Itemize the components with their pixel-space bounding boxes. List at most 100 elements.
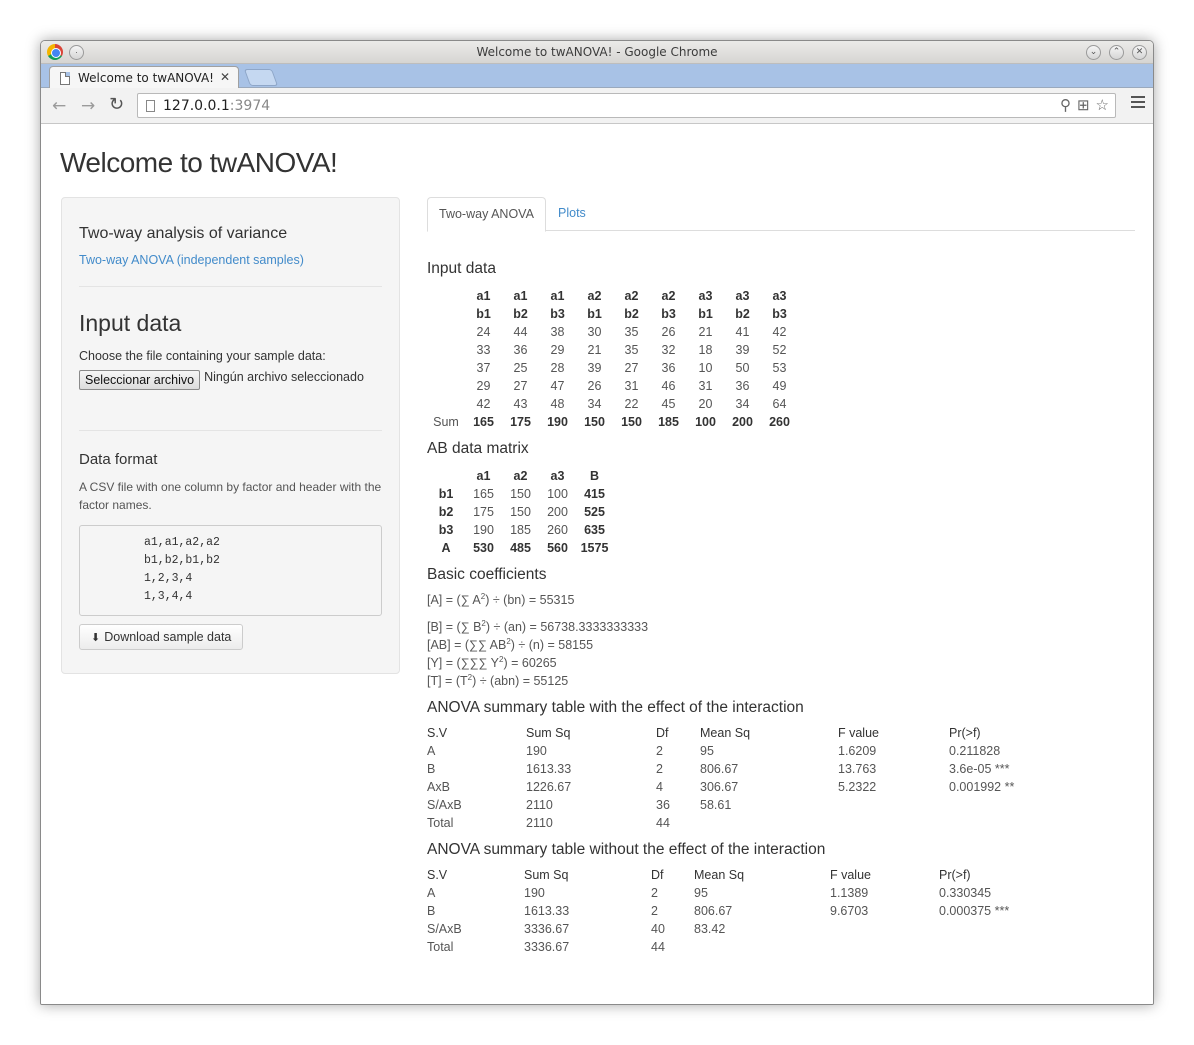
cell: 95 (694, 886, 708, 900)
maximize-button[interactable]: ⌃ (1109, 45, 1124, 60)
cell: B (427, 904, 436, 918)
zoom-icon[interactable]: ⚲ (1060, 96, 1071, 114)
col-header: Sum Sq (524, 868, 569, 882)
cell: 37 (476, 361, 491, 375)
col-header: S.V (427, 868, 448, 882)
tab-two-way-anova[interactable]: Two-way ANOVA (427, 197, 546, 232)
cell: 44 (651, 940, 665, 954)
col-header: S.V (427, 726, 448, 740)
sum-cell: 200 (732, 415, 753, 429)
address-bar[interactable]: 127.0.0.1:3974 ⚲ ⊞ ☆ (137, 93, 1116, 118)
col-header: a3 (772, 289, 787, 303)
col-header: a2 (624, 289, 639, 303)
cell (830, 920, 939, 938)
sum-cell: 100 (695, 415, 716, 429)
cell: 28 (550, 361, 565, 375)
translate-icon[interactable]: ⊞ (1077, 96, 1090, 114)
cell: 1613.33 (526, 762, 572, 776)
cell: 21 (698, 325, 713, 339)
cell: Total (427, 816, 454, 830)
cell: 21 (587, 343, 602, 357)
cell: 29 (550, 343, 565, 357)
table-row: Total 2110 44 (427, 814, 1069, 832)
col-header: B (589, 469, 600, 483)
input-data-table: a1 a1 a1 a2 a2 a2 a3 a3 a3 b1 b2 b3 b1 b… (427, 287, 798, 431)
url-host: 127.0.0.1 (163, 97, 230, 114)
cell (939, 920, 1059, 938)
cell: 20 (698, 397, 713, 411)
table-row: AxB 1226.67 4 306.67 5.2322 0.001992 ** (427, 778, 1069, 796)
col-header: a3 (550, 469, 565, 483)
total-cell: 415 (584, 487, 605, 501)
cell: 34 (587, 397, 602, 411)
cell: 35 (624, 325, 639, 339)
cell (838, 796, 949, 814)
url-port: :3974 (229, 97, 271, 114)
table-row: A 530 485 560 1575 (427, 539, 613, 557)
cell: 24 (476, 325, 491, 339)
col-header: b2 (624, 307, 639, 321)
data-format-description: A CSV file with one column by factor and… (79, 480, 382, 512)
cell: 39 (587, 361, 602, 375)
cell: 2 (651, 886, 658, 900)
cell: 25 (513, 361, 528, 375)
cell: 44 (656, 816, 670, 830)
cell: 27 (624, 361, 639, 375)
row-spacer (427, 377, 465, 395)
cell: 35 (624, 343, 639, 357)
reload-icon[interactable]: ↻ (109, 94, 124, 115)
browser-tab[interactable]: Welcome to twANOVA! ✕ (49, 66, 239, 89)
forward-arrow-icon[interactable]: → (81, 96, 95, 116)
coef-Y: [Y] = (∑∑∑ Y2) = 60265 (427, 654, 557, 670)
cell: 18 (698, 343, 713, 357)
row-header: A (441, 541, 451, 555)
cell: 53 (772, 361, 787, 375)
input-data-rows: 24 44 38 30 35 26 21 41 42 33 36 29 21 35 32 18 39 52 37 25… (427, 323, 798, 413)
page-info-icon[interactable] (146, 99, 155, 112)
minimize-button[interactable]: ⌄ (1086, 45, 1101, 60)
cell: 58.61 (700, 798, 732, 812)
sample-line: a1,a1,a2,a2 (144, 536, 220, 549)
sample-line: b1,b2,b1,b2 (144, 554, 220, 567)
cell: 36 (661, 361, 676, 375)
sum-cell: 190 (547, 415, 568, 429)
table-row: b2 175 150 200 525 (427, 503, 613, 521)
sum-cell: 150 (584, 415, 605, 429)
cell: 2110 (526, 798, 553, 812)
row-header: b1 (438, 487, 454, 501)
anova-with-table: S.V Sum Sq Df Mean Sq F value Pr(>f) A 190 2 95 1.… (427, 724, 1069, 832)
sample-csv: a1,a1,a2,a2 b1,b2,b1,b2 1,2,3,4 1,3,4,4 (79, 525, 382, 616)
choose-file-button[interactable]: Seleccionar archivo (79, 370, 201, 390)
anova-link[interactable]: Two-way ANOVA (independent samples) (79, 253, 382, 267)
sum-cell: 165 (473, 415, 494, 429)
cell: 46 (661, 379, 676, 393)
close-tab-icon[interactable]: ✕ (220, 70, 230, 84)
cell: 185 (510, 523, 531, 537)
close-window-button[interactable]: ✕ (1132, 45, 1147, 60)
col-header: Df (651, 868, 664, 882)
page-icon (60, 71, 70, 85)
cell: 33 (476, 343, 491, 357)
sample-line: 1,3,4,4 (144, 590, 193, 603)
cell: 40 (651, 922, 665, 936)
total-cell: 485 (510, 541, 531, 555)
cell: 3336.67 (524, 940, 570, 954)
new-tab-button[interactable] (243, 69, 279, 86)
sidebar-heading: Two-way analysis of variance (79, 225, 288, 242)
cell: 190 (473, 523, 494, 537)
download-sample-button[interactable]: ⬇ Download sample data (79, 624, 244, 650)
data-format-heading: Data format (79, 451, 158, 468)
table-row: 42 43 48 34 22 45 20 34 64 (427, 395, 798, 413)
cell: 1613.33 (524, 904, 570, 918)
cell: 13.763 (838, 762, 877, 776)
cell: 0.000375 *** (939, 904, 1010, 918)
cell: A (427, 744, 436, 758)
chrome-menu-icon[interactable] (1131, 96, 1145, 111)
table-row: b1 165 150 100 415 (427, 485, 613, 503)
back-arrow-icon[interactable]: ← (52, 96, 66, 116)
col-header: b1 (698, 307, 713, 321)
sidebar-panel: Two-way analysis of variance Two-way ANO… (61, 197, 400, 674)
tab-plots[interactable]: Plots (547, 197, 597, 231)
cell (838, 814, 949, 832)
bookmark-star-icon[interactable]: ☆ (1096, 96, 1109, 114)
